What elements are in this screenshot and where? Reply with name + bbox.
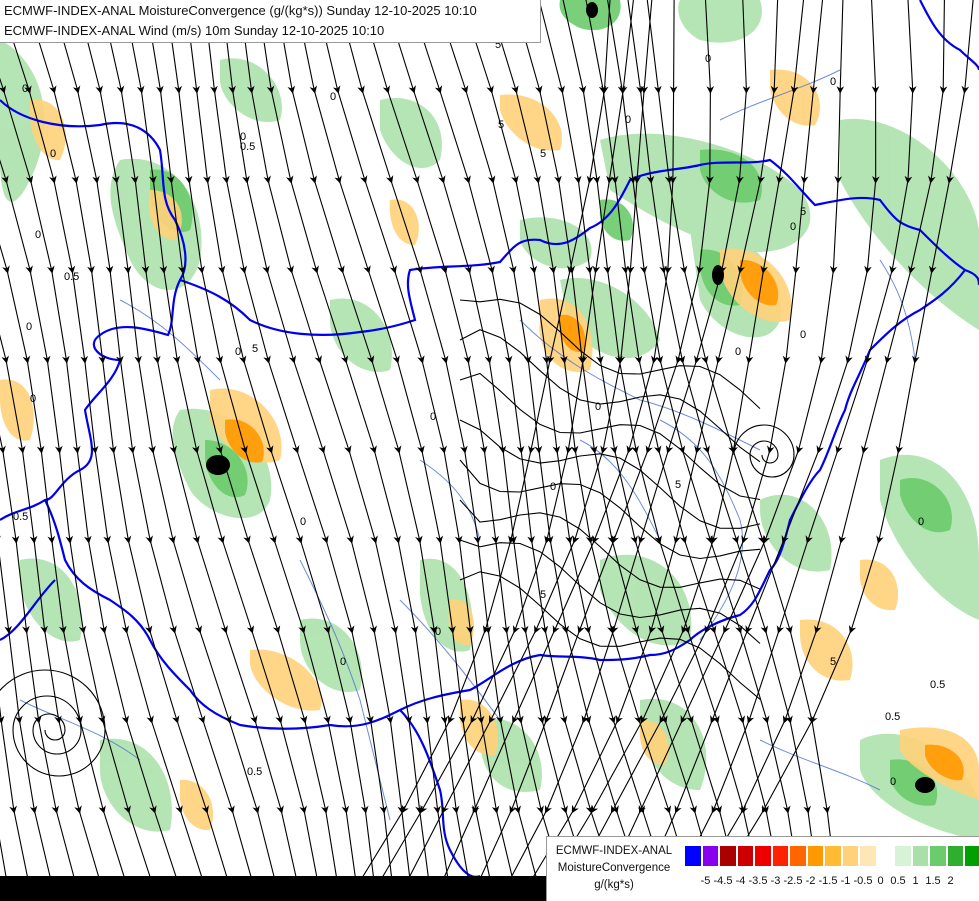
legend-tick-label: -1 [840, 875, 851, 887]
legend-model-name: ECMWF-INDEX-ANAL [555, 845, 673, 857]
contour-label: 0 [30, 393, 36, 405]
legend-variable-name: MoistureConvergence [557, 862, 671, 874]
contour-label: 5 [540, 589, 546, 601]
contour-label: 0 [330, 91, 336, 103]
legend-swatch [736, 845, 754, 867]
legend-tick-label: -2 [805, 875, 816, 887]
legend-swatch [911, 845, 929, 867]
legend-tick-label: 0 [877, 875, 884, 887]
title-moisture-convergence: ECMWF-INDEX-ANAL MoistureConvergence (g/… [4, 3, 477, 18]
contour-label: 0 [35, 229, 41, 241]
legend-tick-label: -1.5 [818, 875, 838, 887]
legend-ticks: -5 -4.5 -4 -3.5 -3 -2.5 -2 -1.5 -1 -0.5 0 0.5 1 1.5 2 [684, 875, 979, 889]
legend-swatch [719, 845, 737, 867]
contour-label: 0 [918, 516, 924, 528]
contour-label: 5 [675, 479, 681, 491]
contour-label: 5 [252, 343, 258, 355]
legend-swatch [754, 845, 772, 867]
legend-tick-label: -2.5 [783, 875, 803, 887]
contour-label: 5 [498, 119, 504, 131]
color-legend: ECMWF-INDEX-ANAL MoistureConvergence g/(… [546, 836, 979, 901]
legend-swatch [946, 845, 964, 867]
legend-tick-label: 1 [912, 875, 919, 887]
contour-label: 0 [430, 411, 436, 423]
legend-swatch [894, 845, 912, 867]
legend-swatch [684, 845, 702, 867]
contour-label: 0 [50, 148, 56, 160]
legend-swatch [824, 845, 842, 867]
contour-label: 0 [705, 53, 711, 65]
contour-label: 0.5 [930, 679, 945, 691]
contour-label: 0 [340, 656, 346, 668]
legend-tick-label: -4.5 [713, 875, 733, 887]
contour-label: 0.5 [885, 711, 900, 723]
legend-tick-label: 1.5 [925, 875, 941, 887]
contour-label: 5 [830, 656, 836, 668]
bottom-bar [0, 876, 546, 900]
contour-label: 0.5 [247, 766, 262, 778]
legend-swatch [929, 845, 947, 867]
contour-label: 0 [22, 83, 28, 95]
map-title-box: ECMWF-INDEX-ANAL MoistureConvergence (g/… [0, 0, 541, 43]
legend-swatch [789, 845, 807, 867]
contour-label: 0 [235, 346, 241, 358]
legend-swatch [964, 845, 979, 867]
contour-label: 0.5 [64, 271, 79, 283]
legend-tick-label: -3.5 [748, 875, 768, 887]
legend-swatch [859, 845, 877, 867]
map-canvas: 0505500.500000.5000.50 5000 50005005000.50… [0, 0, 979, 900]
legend-swatches [684, 845, 979, 867]
contour-label: 0 [550, 481, 556, 493]
legend-tick-label: -5 [700, 875, 711, 887]
contour-label: 0 [26, 321, 32, 333]
legend-tick-label: 2 [947, 875, 954, 887]
legend-tick-label: -3 [770, 875, 781, 887]
contour-label: 0.5 [240, 141, 255, 153]
legend-swatch [771, 845, 789, 867]
contour-label: 5 [540, 148, 546, 160]
legend-swatch [806, 845, 824, 867]
contour-label: 0 [300, 516, 306, 528]
contour-label: 0 [830, 76, 836, 88]
contour-label: 0 [435, 626, 441, 638]
contour-label: 0.5 [13, 511, 28, 523]
legend-unit: g/(kg*s) [594, 879, 634, 891]
weather-map[interactable]: 0 5 0 5 5 0 0.5 0 0 0 0 0.5 0 0 0.5 0 5 0 0 0 5 0 0 0 5 0 0 5 0 0 0.5 0… [0, 0, 979, 900]
legend-tick-label: 0.5 [890, 875, 906, 887]
legend-swatch [876, 845, 894, 867]
legend-tick-label: -0.5 [853, 875, 873, 887]
contour-label: 5 [800, 206, 806, 218]
contour-label: 0 [800, 329, 806, 341]
contour-label: 0 [625, 114, 631, 126]
title-wind: ECMWF-INDEX-ANAL Wind (m/s) 10m Sunday 1… [4, 23, 385, 38]
contour-label: 0 [790, 221, 796, 233]
legend-tick-label: -4 [735, 875, 746, 887]
contour-label: 0 [735, 346, 741, 358]
legend-swatch [841, 845, 859, 867]
contour-label: 0 [595, 401, 601, 413]
legend-swatch [701, 845, 719, 867]
contour-label: 0 [890, 776, 896, 788]
